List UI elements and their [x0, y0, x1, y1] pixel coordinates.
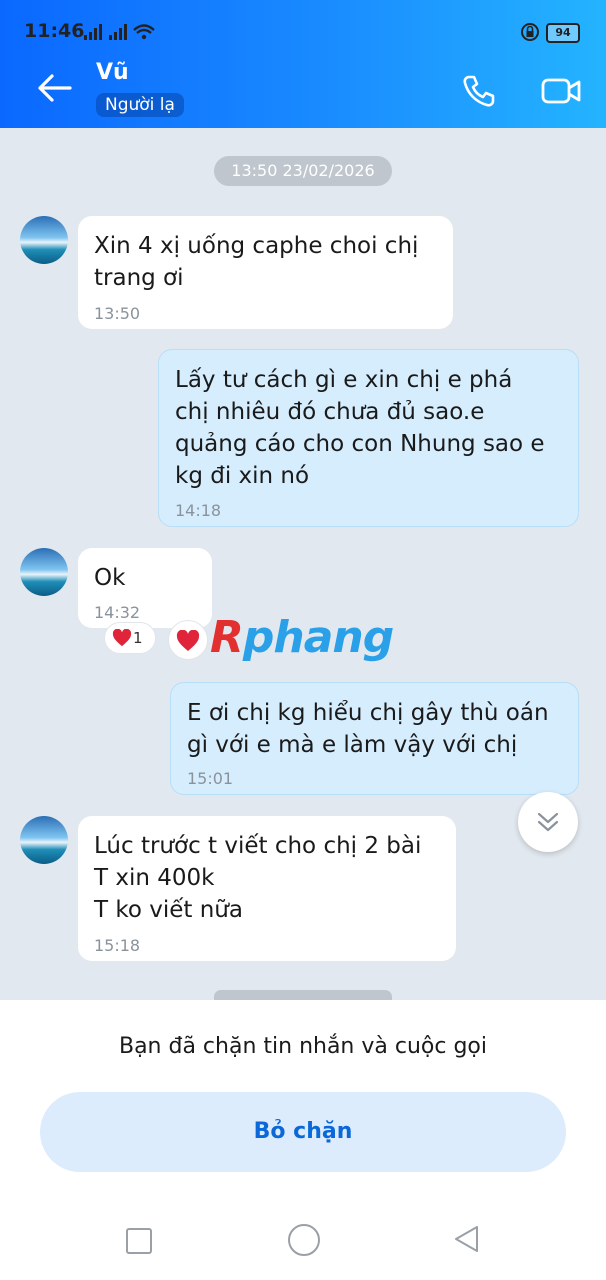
battery-indicator: 94	[546, 23, 580, 43]
message-time: 14:18	[175, 501, 222, 520]
watermark-rest: phang	[242, 612, 394, 663]
status-time: 11:46	[24, 20, 85, 42]
message-list[interactable]: 13:50 23/02/2026 Xin 4 xị uống caphe cho…	[0, 128, 606, 1004]
message-bubble-incoming[interactable]: Xin 4 xị uống caphe choi chị trang ơi 13…	[78, 216, 453, 329]
message-bubble-incoming[interactable]: Ok 14:32	[78, 548, 212, 628]
watermark-r: R	[210, 612, 244, 663]
scroll-to-bottom-button[interactable]	[518, 792, 578, 852]
phone-icon[interactable]	[460, 72, 498, 110]
message-time: 15:18	[94, 936, 141, 955]
recent-apps-icon[interactable]	[126, 1228, 152, 1254]
home-icon[interactable]	[288, 1224, 320, 1256]
contact-avatar[interactable]	[20, 548, 68, 596]
message-text: Ok	[94, 565, 126, 591]
nav-back-icon[interactable]	[452, 1224, 482, 1254]
message-text: Lấy tư cách gì e xin chị e phá chị nhiêu…	[175, 367, 545, 489]
react-button[interactable]	[168, 620, 208, 660]
unblock-button[interactable]: Bỏ chặn	[40, 1092, 566, 1172]
heart-icon	[176, 630, 200, 651]
blocked-panel: Bạn đã chặn tin nhắn và cuộc gọi Bỏ chặn	[0, 1000, 606, 1280]
top-bar: 11:46 94 Vũ Người lạ	[0, 0, 606, 128]
video-call-icon[interactable]	[540, 74, 582, 108]
lock-rotation-icon	[521, 23, 539, 41]
stranger-badge: Người lạ	[96, 93, 184, 117]
heart-icon	[112, 629, 132, 647]
contact-avatar[interactable]	[20, 816, 68, 864]
contact-name[interactable]: Vũ	[96, 60, 129, 85]
message-bubble-outgoing[interactable]: E ơi chị kg hiểu chị gây thù oán gì với …	[170, 682, 579, 795]
chevron-double-down-icon	[537, 812, 559, 832]
message-bubble-outgoing[interactable]: Lấy tư cách gì e xin chị e phá chị nhiêu…	[158, 349, 579, 527]
date-separator: 13:50 23/02/2026	[214, 156, 392, 186]
message-time: 15:01	[187, 769, 234, 788]
message-bubble-incoming[interactable]: Lúc trước t viết cho chị 2 bài T xin 400…	[78, 816, 456, 961]
message-text: Xin 4 xị uống caphe choi chị trang ơi	[94, 233, 419, 291]
signal-wifi-icon	[84, 24, 155, 40]
message-text: Lúc trước t viết cho chị 2 bài T xin 400…	[94, 833, 422, 923]
message-time: 13:50	[94, 304, 141, 323]
watermark-logo: Rphang	[210, 612, 394, 663]
message-time: 14:32	[94, 603, 141, 622]
back-arrow-icon[interactable]	[34, 70, 74, 106]
message-text: E ơi chị kg hiểu chị gây thù oán gì với …	[187, 700, 549, 758]
contact-avatar[interactable]	[20, 216, 68, 264]
blocked-message: Bạn đã chặn tin nhắn và cuộc gọi	[118, 1034, 487, 1059]
